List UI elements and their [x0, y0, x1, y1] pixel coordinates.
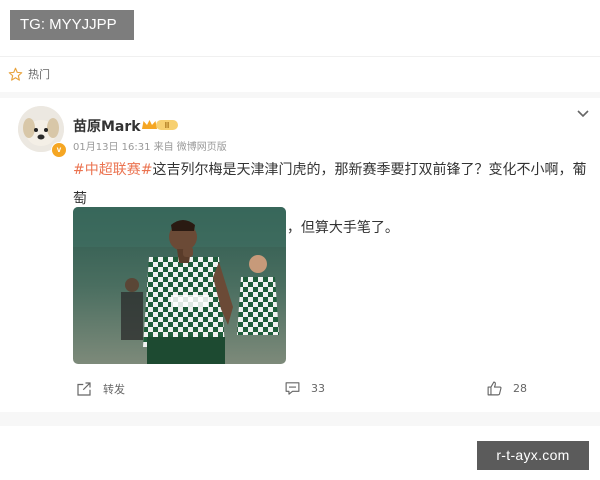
action-bar: 转发 33 28: [0, 380, 600, 410]
divider: [0, 92, 600, 98]
share-icon: [77, 382, 91, 396]
like-count: 28: [513, 382, 527, 395]
footballer-photo: [73, 207, 286, 364]
site-watermark: r-t-ayx.com: [477, 441, 589, 470]
comment-button[interactable]: 33: [284, 380, 325, 397]
vip-crown-icon[interactable]: II: [141, 117, 179, 136]
post-image[interactable]: [73, 207, 286, 364]
divider: [0, 56, 600, 57]
verified-badge-icon: v: [51, 142, 67, 158]
user-name[interactable]: 苗原Mark: [73, 116, 141, 136]
hashtag-link[interactable]: #中超联赛#: [73, 162, 152, 178]
comment-icon: [285, 382, 300, 395]
repost-button[interactable]: 转发: [75, 380, 125, 398]
comment-count: 33: [311, 382, 325, 395]
thumbs-up-icon: [487, 381, 502, 396]
hot-star-icon: [8, 67, 23, 81]
hot-section-header[interactable]: 热门: [8, 66, 50, 82]
section-label: 热门: [28, 68, 50, 81]
tg-watermark: TG: MYYJJPP: [10, 10, 134, 40]
chevron-down-icon[interactable]: [576, 104, 590, 123]
vip-level: II: [165, 121, 169, 130]
divider: [0, 412, 600, 426]
post-time[interactable]: 01月13日 16:31 来自 微博网页版: [73, 138, 227, 153]
repost-label: 转发: [103, 383, 125, 396]
like-button[interactable]: 28: [486, 380, 527, 397]
